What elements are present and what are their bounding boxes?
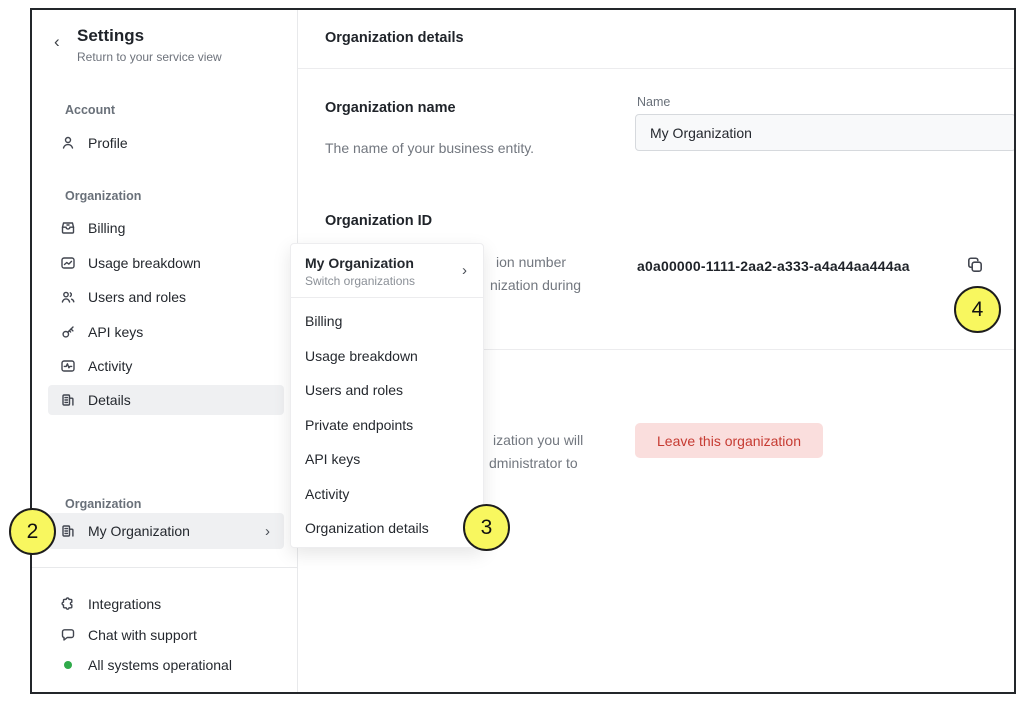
org-id-heading: Organization ID	[325, 213, 432, 229]
sidebar-item-usage-breakdown[interactable]: Usage breakdown	[48, 248, 284, 278]
section-label-organization-2: Organization	[65, 497, 141, 511]
popup-item-organization-details[interactable]: Organization details	[291, 511, 483, 546]
org-switcher-label: My Organization	[88, 523, 190, 539]
org-id-description-fragment-2: nization during	[490, 277, 581, 293]
popup-item-billing[interactable]: Billing	[291, 304, 483, 339]
popup-org-title: My Organization	[305, 255, 469, 271]
sidebar-item-billing[interactable]: Billing	[48, 213, 284, 243]
sidebar-item-label: Activity	[88, 358, 132, 374]
person-icon	[60, 135, 76, 151]
section-label-organization: Organization	[65, 189, 141, 203]
org-name-heading: Organization name	[325, 100, 456, 116]
sidebar-item-activity[interactable]: Activity	[48, 351, 284, 381]
sidebar-item-label: Profile	[88, 135, 128, 151]
org-name-input[interactable]	[635, 114, 1016, 151]
sidebar-item-api-keys[interactable]: API keys	[48, 317, 284, 347]
sidebar-org-switcher[interactable]: My Organization ›	[48, 513, 284, 549]
header-divider	[298, 68, 1014, 69]
popup-org-switcher[interactable]: My Organization Switch organizations ›	[291, 244, 483, 297]
section-label-account: Account	[65, 103, 115, 117]
chevron-right-icon: ›	[265, 523, 270, 540]
sidebar-title: Settings	[77, 26, 144, 46]
copy-icon[interactable]	[964, 254, 986, 276]
chevron-right-icon: ›	[462, 262, 467, 279]
sidebar-item-label: Chat with support	[88, 627, 197, 643]
leave-description-fragment-2: dministrator to	[489, 455, 578, 471]
app-window: ‹ Settings Return to your service view A…	[30, 8, 1016, 694]
popup-item-usage-breakdown[interactable]: Usage breakdown	[291, 339, 483, 374]
puzzle-icon	[60, 596, 76, 612]
sidebar-item-label: API keys	[88, 324, 143, 340]
building-icon	[60, 392, 76, 408]
sidebar-item-details[interactable]: Details	[48, 385, 284, 415]
popup-item-activity[interactable]: Activity	[291, 477, 483, 512]
org-id-description-fragment-1: ion number	[496, 254, 566, 270]
usage-chart-icon	[60, 255, 76, 271]
organization-icon	[60, 523, 76, 539]
billing-icon	[60, 220, 76, 236]
organization-popup-menu: My Organization Switch organizations › B…	[290, 243, 484, 548]
sidebar-divider	[32, 567, 298, 568]
leave-organization-button[interactable]: Leave this organization	[635, 423, 823, 458]
key-icon	[60, 324, 76, 340]
activity-icon	[60, 358, 76, 374]
popup-item-api-keys[interactable]: API keys	[291, 442, 483, 477]
popup-org-subtitle: Switch organizations	[305, 274, 469, 288]
sidebar-item-label: Integrations	[88, 596, 161, 612]
sidebar-item-system-status[interactable]: All systems operational	[48, 650, 284, 680]
callout-badge-2: 2	[9, 508, 56, 555]
leave-description-fragment-1: ization you will	[493, 432, 583, 448]
sidebar-item-chat-support[interactable]: Chat with support	[48, 620, 284, 650]
popup-item-users-and-roles[interactable]: Users and roles	[291, 373, 483, 408]
sidebar-subtitle[interactable]: Return to your service view	[77, 50, 222, 64]
sidebar-item-label: Billing	[88, 220, 125, 236]
name-field-label: Name	[637, 95, 670, 109]
callout-badge-4: 4	[954, 286, 1001, 333]
settings-sidebar: ‹ Settings Return to your service view A…	[32, 10, 298, 692]
sidebar-item-label: All systems operational	[88, 657, 232, 673]
callout-badge-3: 3	[463, 504, 510, 551]
sidebar-item-label: Usage breakdown	[88, 255, 201, 271]
org-name-description: The name of your business entity.	[325, 140, 534, 156]
sidebar-item-profile[interactable]: Profile	[48, 128, 284, 158]
popup-item-private-endpoints[interactable]: Private endpoints	[291, 408, 483, 443]
sidebar-item-label: Details	[88, 392, 131, 408]
sidebar-item-integrations[interactable]: Integrations	[48, 589, 284, 619]
chat-bubble-icon	[60, 627, 76, 643]
page-title: Organization details	[325, 30, 464, 46]
back-chevron-icon[interactable]: ‹	[54, 32, 60, 52]
org-id-value: a0a00000-1111-2aa2-a333-a4a44aa444aa	[637, 258, 910, 274]
sidebar-item-users-and-roles[interactable]: Users and roles	[48, 282, 284, 312]
users-icon	[60, 289, 76, 305]
sidebar-item-label: Users and roles	[88, 289, 186, 305]
status-green-dot-icon	[64, 661, 72, 669]
